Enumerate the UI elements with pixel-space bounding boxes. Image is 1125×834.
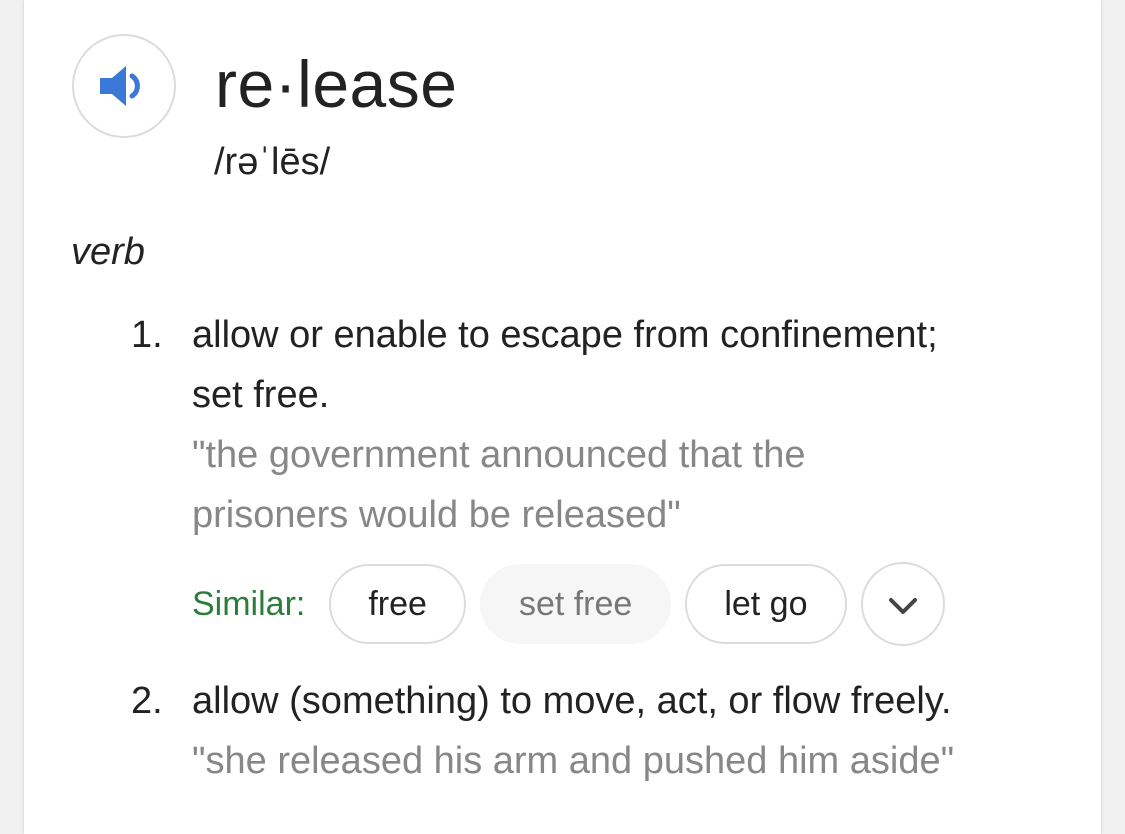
part-of-speech: verb	[71, 231, 145, 273]
sense-number: 2.	[131, 680, 163, 722]
similar-chip-set-free[interactable]: set free	[479, 564, 672, 644]
chevron-down-icon	[888, 585, 918, 624]
similar-chip-let-go[interactable]: let go	[685, 564, 847, 644]
similar-label: Similar:	[192, 584, 306, 623]
definition-line: allow or enable to escape from confineme…	[192, 314, 938, 356]
expand-similar-button[interactable]	[860, 562, 945, 646]
similar-chip-free[interactable]: free	[329, 564, 466, 644]
example-line: "the government announced that the	[192, 434, 806, 476]
dictionary-card: re·lease /rəˈlēs/ verb 1. allow or enabl…	[24, 0, 1101, 834]
example-line: "she released his arm and pushed him asi…	[192, 740, 955, 782]
definition-line: allow (something) to move, act, or flow …	[192, 680, 952, 722]
speaker-icon	[98, 64, 150, 108]
headword: re·lease	[215, 47, 458, 121]
example-line: prisoners would be released"	[192, 494, 681, 536]
sense-number: 1.	[131, 314, 163, 356]
phonetic-spelling: /rəˈlēs/	[214, 141, 331, 183]
definition-line: set free.	[192, 374, 330, 416]
pronunciation-audio-button[interactable]	[72, 34, 176, 138]
similar-words-row: Similar: free set free let go	[192, 562, 945, 646]
